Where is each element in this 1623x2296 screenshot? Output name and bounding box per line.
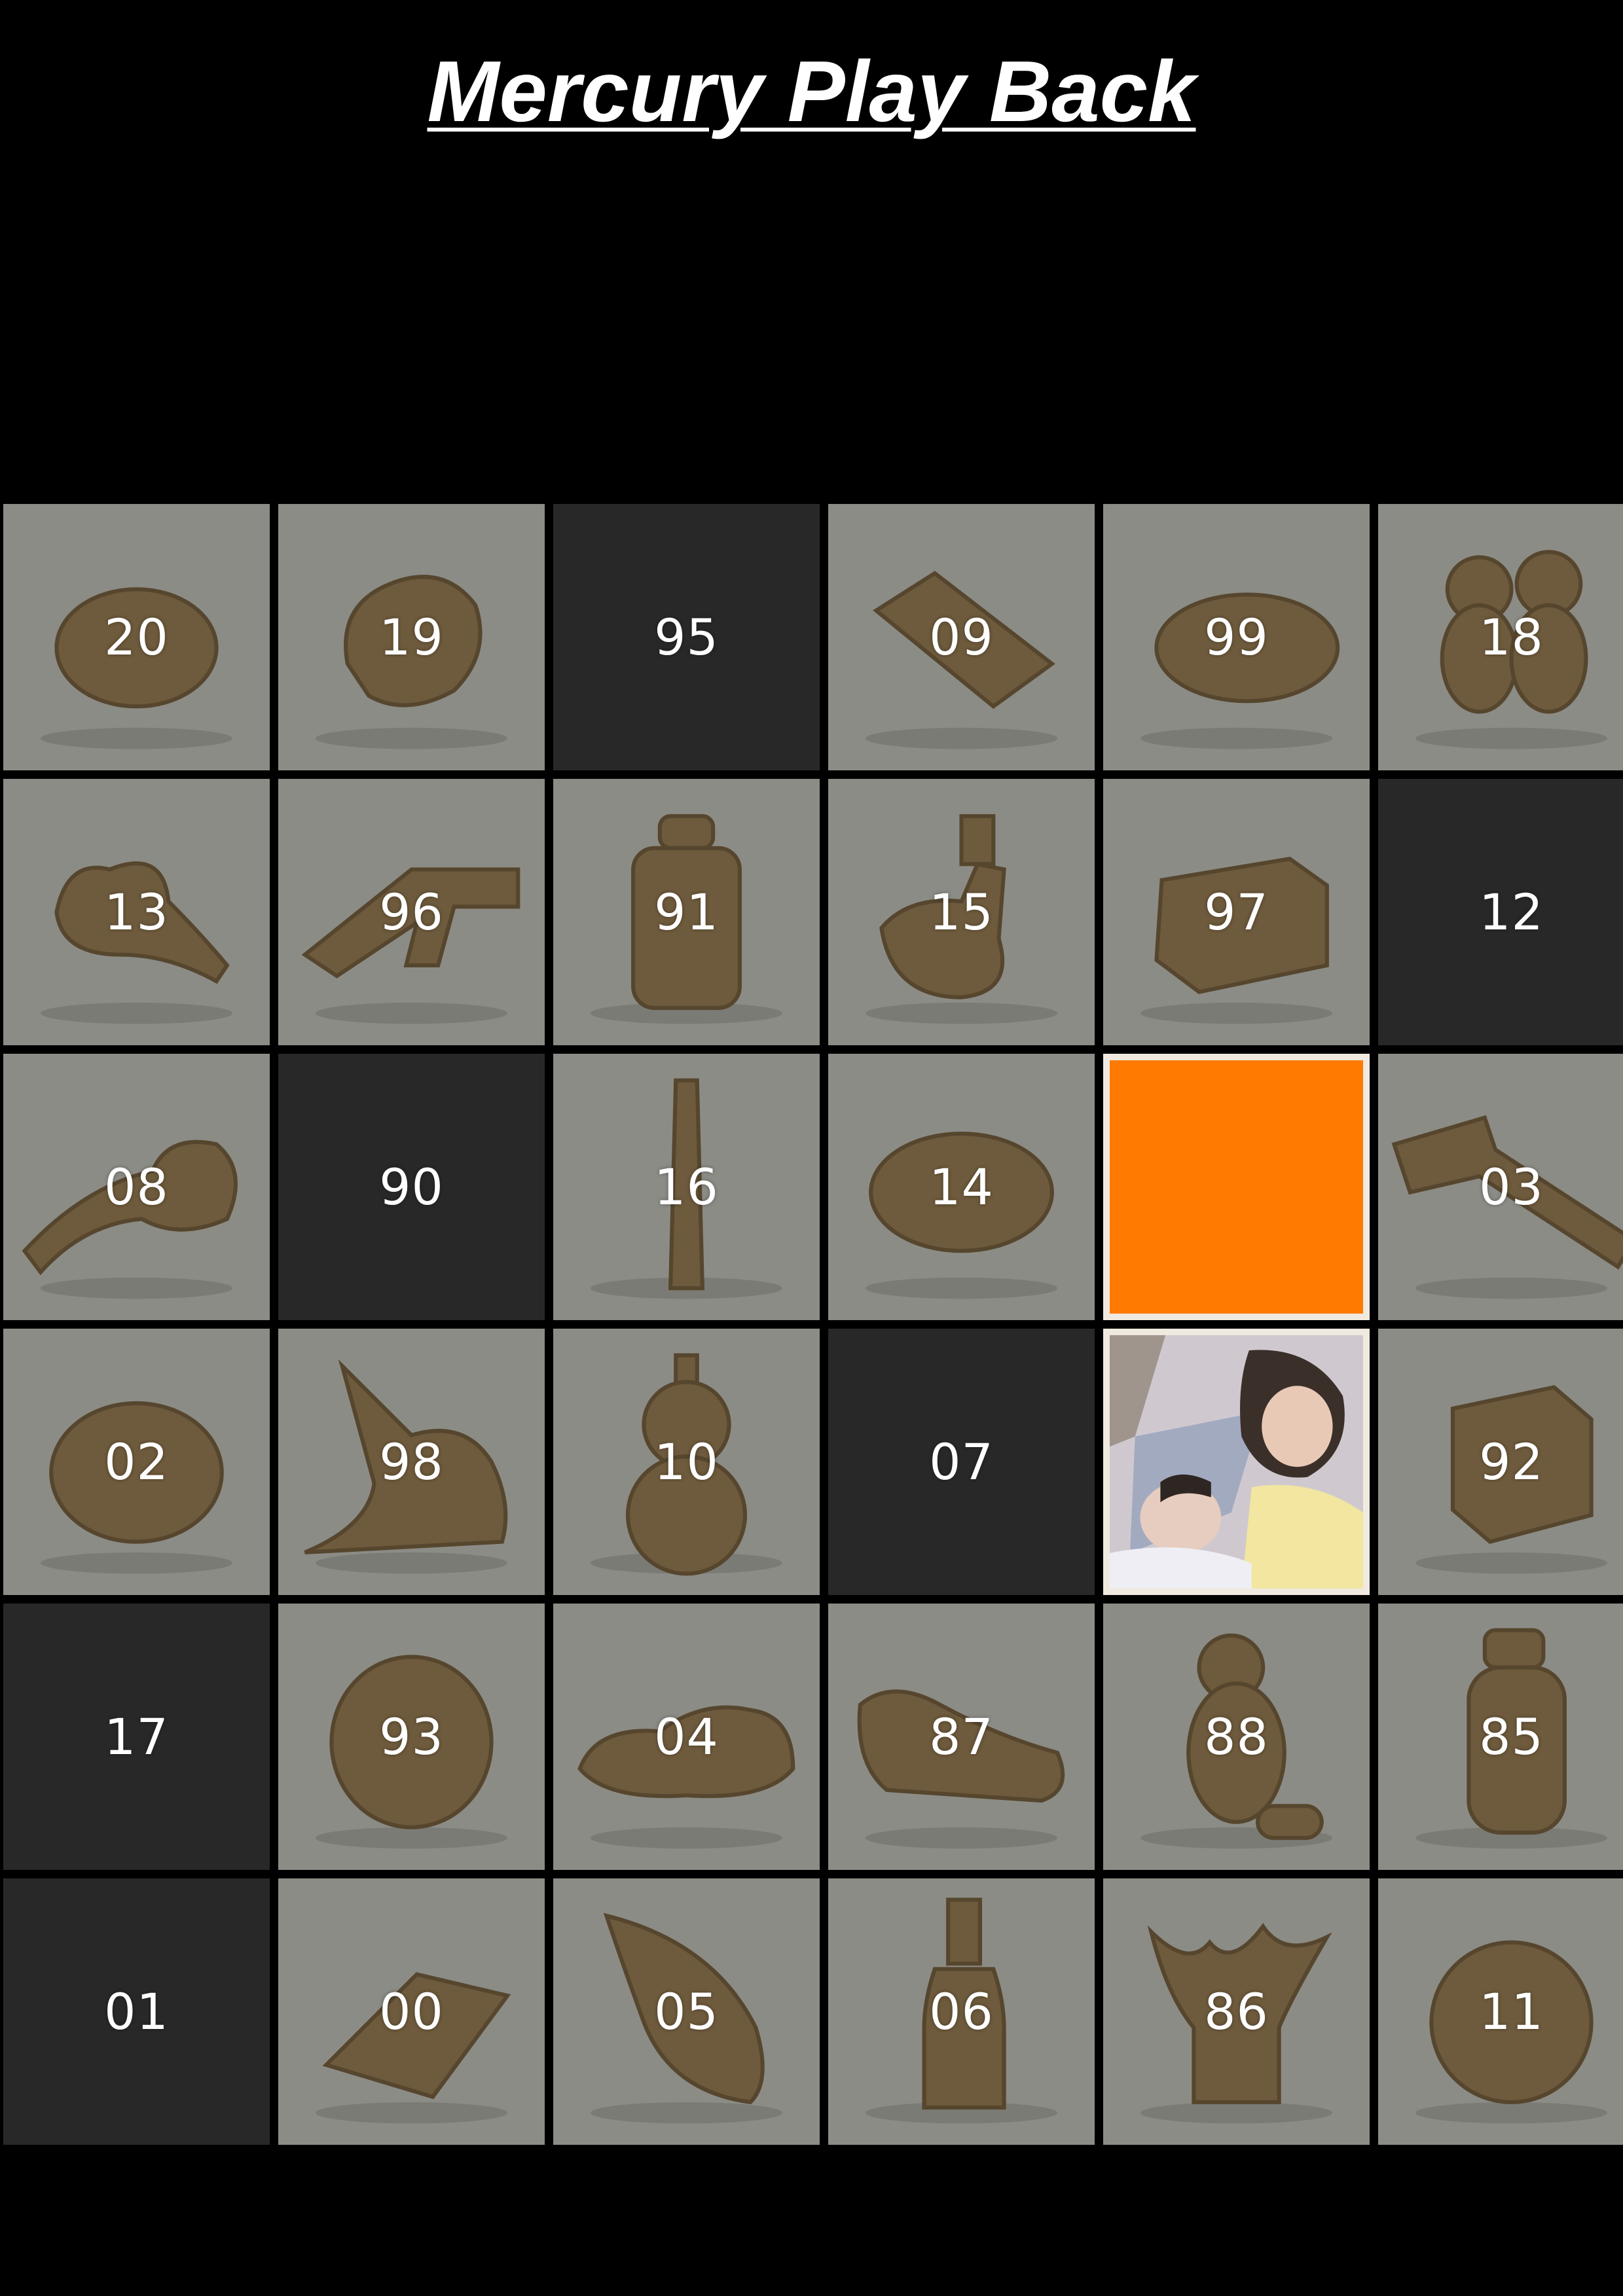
tile-number: 05 <box>654 1982 719 2041</box>
tile-10[interactable]: 10 <box>553 1329 820 1595</box>
tile-11[interactable]: 11 <box>1378 1878 1623 2145</box>
tile-number: 04 <box>654 1708 719 1766</box>
tile-92[interactable]: 92 <box>1378 1329 1623 1595</box>
tile-number: 93 <box>379 1708 444 1766</box>
tile-number: 95 <box>654 608 719 666</box>
tile-08[interactable]: 08 <box>3 1054 270 1320</box>
tile-93[interactable]: 93 <box>278 1604 545 1870</box>
tile-17[interactable]: 17 <box>3 1604 270 1870</box>
tile-01[interactable]: 01 <box>3 1878 270 2145</box>
tile-number: 96 <box>379 883 444 941</box>
tile-number: 90 <box>379 1158 444 1216</box>
tile-number: 00 <box>379 1982 444 2041</box>
tile-16[interactable]: 16 <box>553 1054 820 1320</box>
tile-number: 18 <box>1479 608 1544 666</box>
tile-number: 15 <box>929 883 994 941</box>
tile-number: 86 <box>1204 1982 1269 2041</box>
tile-number: 98 <box>379 1433 444 1491</box>
tile-06[interactable]: 06 <box>828 1878 1095 2145</box>
tile-18[interactable]: 18 <box>1378 504 1623 770</box>
tile-12[interactable]: 12 <box>1378 779 1623 1045</box>
page-title: Mercury Play Back <box>427 43 1196 139</box>
tile-number: 06 <box>929 1982 994 2041</box>
tile-number: 10 <box>654 1433 719 1491</box>
tile-number: 12 <box>1479 883 1544 941</box>
tile-number: 16 <box>654 1158 719 1216</box>
tile-96[interactable]: 96 <box>278 779 545 1045</box>
tile-91[interactable]: 91 <box>553 779 820 1045</box>
tile-number: 02 <box>104 1433 169 1491</box>
tile-86[interactable]: 86 <box>1103 1878 1370 2145</box>
tile-19[interactable]: 19 <box>278 504 545 770</box>
tile-99[interactable]: 99 <box>1103 504 1370 770</box>
tile-15[interactable]: 15 <box>828 779 1095 1045</box>
tile-97[interactable]: 97 <box>1103 779 1370 1045</box>
tile-07[interactable]: 07 <box>828 1329 1095 1595</box>
tile-number: 07 <box>929 1433 994 1491</box>
tile-02[interactable]: 02 <box>3 1329 270 1595</box>
tile-03[interactable]: 03 <box>1378 1054 1623 1320</box>
tile-90[interactable]: 90 <box>278 1054 545 1320</box>
tile-88[interactable]: 88 <box>1103 1604 1370 1870</box>
selected-tile[interactable] <box>1103 1054 1370 1320</box>
tile-20[interactable]: 20 <box>3 504 270 770</box>
tile-87[interactable]: 87 <box>828 1604 1095 1870</box>
tile-95[interactable]: 95 <box>553 504 820 770</box>
tile-14[interactable]: 14 <box>828 1054 1095 1320</box>
tile-number: 92 <box>1479 1433 1544 1491</box>
tile-number: 99 <box>1204 608 1269 666</box>
portrait-tile[interactable] <box>1103 1329 1370 1595</box>
tile-00[interactable]: 00 <box>278 1878 545 2145</box>
tile-number: 13 <box>104 883 169 941</box>
tile-13[interactable]: 13 <box>3 779 270 1045</box>
tile-98[interactable]: 98 <box>278 1329 545 1595</box>
tile-number: 97 <box>1204 883 1269 941</box>
tile-04[interactable]: 04 <box>553 1604 820 1870</box>
tile-number: 88 <box>1204 1708 1269 1766</box>
tile-number: 19 <box>379 608 444 666</box>
tile-number: 91 <box>654 883 719 941</box>
tile-number: 11 <box>1479 1982 1544 2041</box>
tile-number: 09 <box>929 608 994 666</box>
tile-number: 14 <box>929 1158 994 1216</box>
tile-05[interactable]: 05 <box>553 1878 820 2145</box>
tile-number: 85 <box>1479 1708 1544 1766</box>
tile-number: 03 <box>1479 1158 1544 1216</box>
tile-number: 17 <box>104 1708 169 1766</box>
tile-number: 01 <box>104 1982 169 2041</box>
portrait-photo-icon <box>1110 1335 1363 1588</box>
tile-85[interactable]: 85 <box>1378 1604 1623 1870</box>
tile-number: 20 <box>104 608 169 666</box>
tile-number: 08 <box>104 1158 169 1216</box>
tile-09[interactable]: 09 <box>828 504 1095 770</box>
tile-number: 87 <box>929 1708 994 1766</box>
tile-grid: 20 19 95 09 99 18 13 96 91 15 97 12 08 90 16 14 03 02 98 10… <box>0 504 1623 2148</box>
